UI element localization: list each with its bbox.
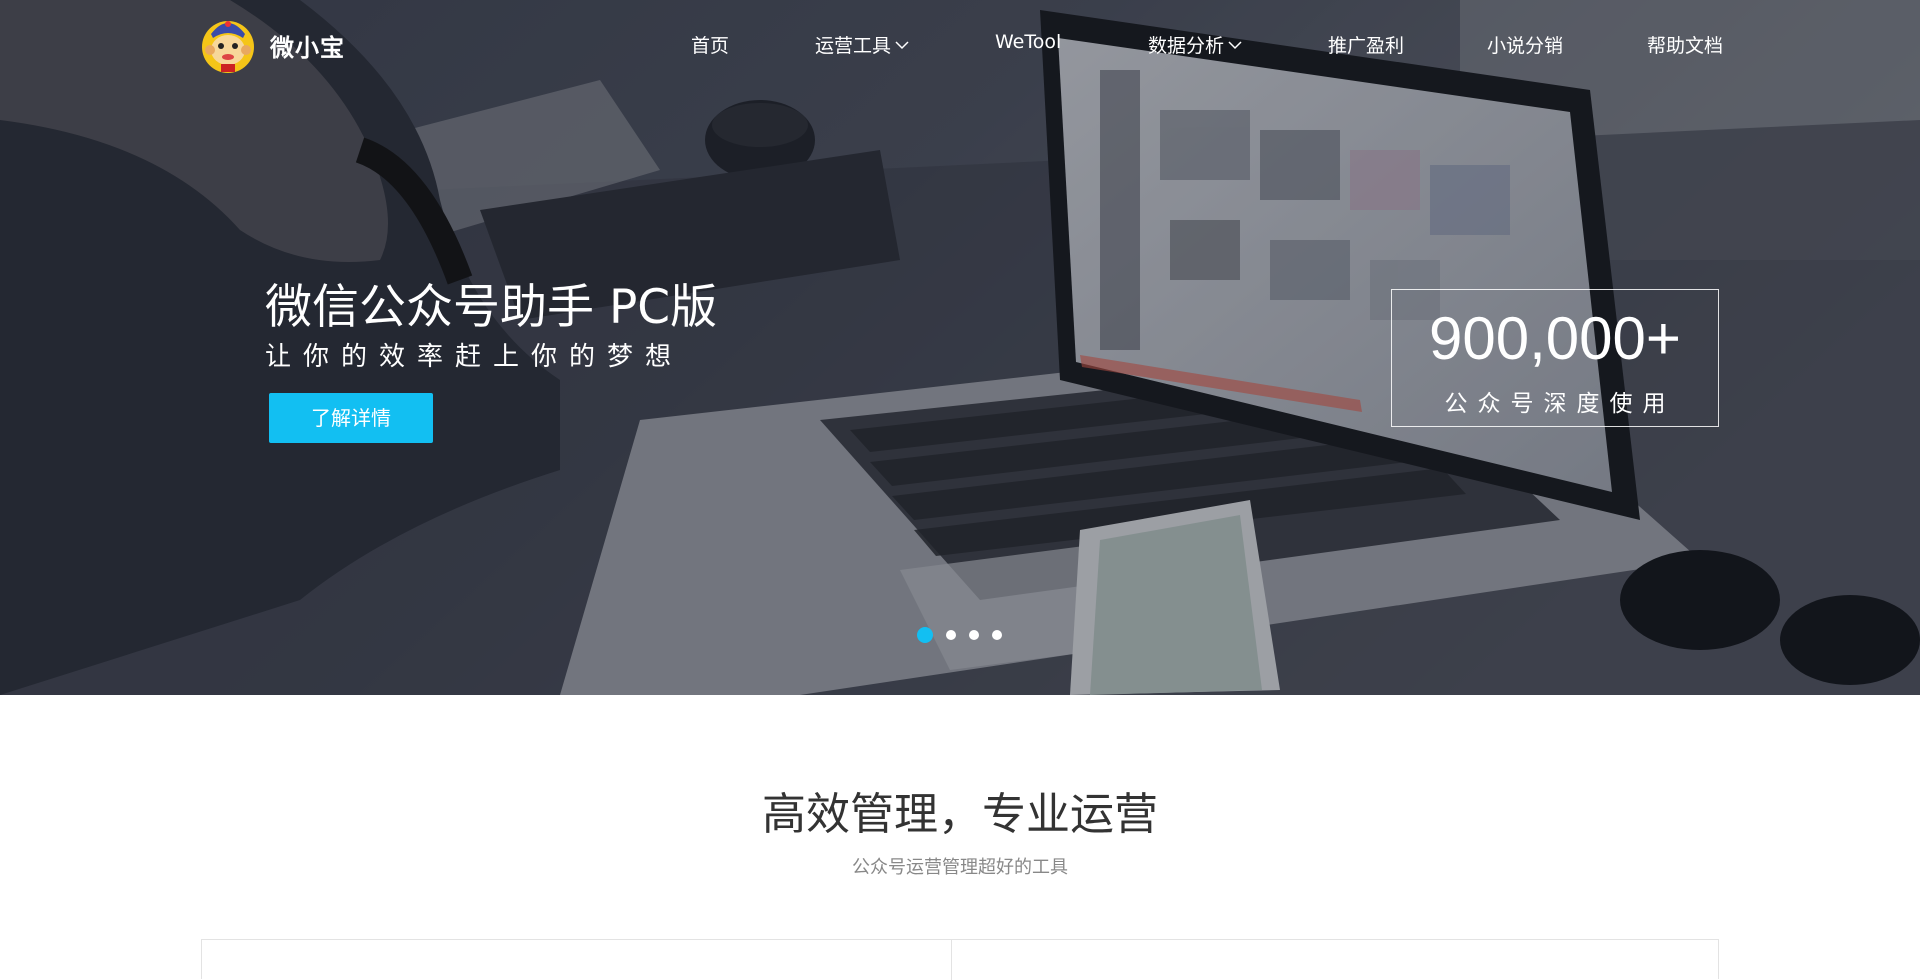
nav-item-label: WeTool bbox=[995, 31, 1062, 53]
carousel-dot-2[interactable] bbox=[946, 630, 956, 640]
section-subtitle: 公众号运营管理超好的工具 bbox=[852, 857, 1068, 878]
card-divider bbox=[951, 940, 952, 980]
nav-item-data-analysis[interactable]: 数据分析 bbox=[1148, 31, 1242, 58]
stat-number: 900,000+ bbox=[1429, 305, 1681, 372]
stat-label: 公众号深度使用 bbox=[1444, 391, 1676, 417]
hero-banner: 微小宝 首页 运营工具 WeTool 数据分析 推广盈利 小说分销 帮助文档 微… bbox=[0, 0, 1920, 695]
nav-item-novel-distribution[interactable]: 小说分销 bbox=[1487, 31, 1563, 58]
nav-item-label: 首页 bbox=[691, 35, 730, 57]
top-navigation: 微小宝 首页 运营工具 WeTool 数据分析 推广盈利 小说分销 帮助文档 bbox=[0, 0, 1920, 90]
carousel-dot-3[interactable] bbox=[969, 630, 979, 640]
nav-item-label: 运营工具 bbox=[815, 35, 892, 57]
nav-item-label: 数据分析 bbox=[1148, 35, 1225, 57]
nav-item-label: 小说分销 bbox=[1487, 35, 1564, 57]
hero-subtitle: 让你的效率赶上你的梦想 bbox=[265, 342, 684, 372]
hero-title: 微信公众号助手 PC版 bbox=[265, 280, 718, 335]
nav-item-promotion[interactable]: 推广盈利 bbox=[1328, 31, 1404, 58]
carousel-dot-4[interactable] bbox=[992, 630, 1002, 640]
nav-item-home[interactable]: 首页 bbox=[691, 31, 729, 58]
section-title: 高效管理，专业运营 bbox=[762, 789, 1158, 840]
chevron-down-icon bbox=[895, 41, 909, 50]
carousel-dot-1[interactable] bbox=[917, 627, 933, 643]
feature-cards bbox=[201, 939, 1719, 980]
nav-item-label: 帮助文档 bbox=[1647, 35, 1724, 57]
brand-name[interactable]: 微小宝 bbox=[270, 28, 345, 63]
nav-item-wetool[interactable]: WeTool bbox=[995, 31, 1061, 53]
chevron-down-icon bbox=[1228, 41, 1242, 50]
nav-item-label: 推广盈利 bbox=[1328, 35, 1405, 57]
nav-item-help-docs[interactable]: 帮助文档 bbox=[1647, 31, 1723, 58]
learn-more-button[interactable]: 了解详情 bbox=[269, 393, 433, 443]
user-stat-box: 900,000+ 公众号深度使用 bbox=[1391, 289, 1719, 427]
monkey-mascot-logo[interactable] bbox=[201, 14, 255, 74]
nav-item-ops-tools[interactable]: 运营工具 bbox=[815, 31, 909, 58]
